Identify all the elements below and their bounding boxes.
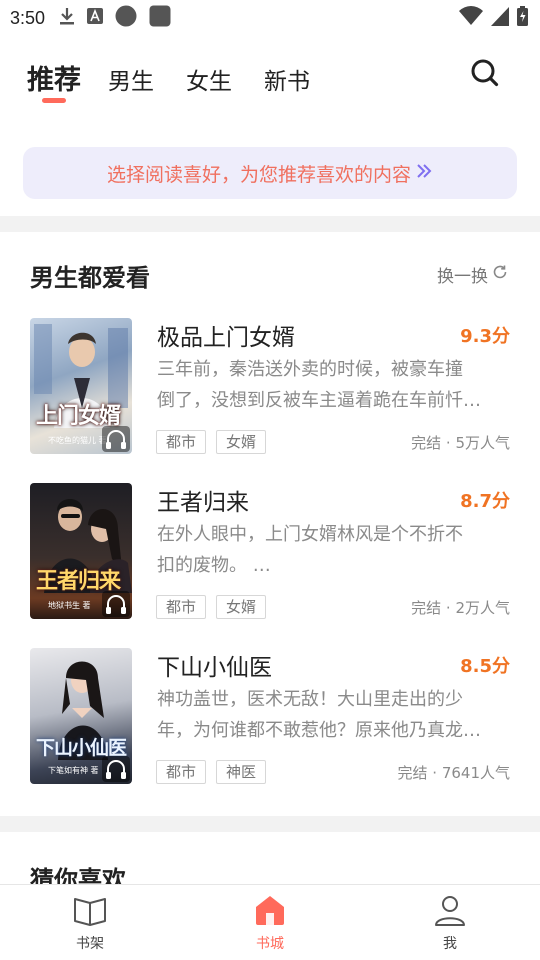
book-description-line: 倒了，没想到反被车主逼着跪在车前忏… (157, 390, 481, 411)
book-item[interactable]: 王者归来 地狱书生 著 王者归来 8.7分 在外人眼中，上门女婿林风是个不折不 … (0, 483, 540, 623)
book-cover[interactable]: 下山小仙医 下笔如有神 著 (30, 648, 132, 784)
headphones-icon (106, 430, 126, 449)
top-tab-bar: 推荐 男生 女生 新书 (0, 52, 540, 108)
preference-banner-text: 选择阅读喜好，为您推荐喜欢的内容 (106, 163, 411, 186)
book-score: 8.5分 (460, 656, 510, 677)
circle-icon (115, 5, 137, 31)
refresh-icon (492, 264, 508, 285)
battery-icon (517, 6, 528, 30)
book-tag[interactable]: 女婿 (216, 430, 267, 454)
book-title[interactable]: 下山小仙医 (157, 648, 272, 682)
headphones-icon (106, 760, 126, 779)
nav-label: 我 (443, 936, 457, 952)
book-description: 三年前，秦浩送外卖的时候，被豪车撞 倒了，没想到反被车主逼着跪在车前忏… (157, 354, 513, 416)
section-title: 男生都爱看 (30, 264, 150, 292)
section-divider (0, 216, 540, 232)
book-open-icon (74, 898, 106, 926)
nav-bookstore[interactable]: 书城 (225, 893, 315, 953)
section-divider (0, 816, 540, 832)
book-cover[interactable]: 王者归来 地狱书生 著 (30, 483, 132, 619)
audiobook-badge (102, 591, 130, 617)
status-bar: 3:50 (0, 0, 540, 36)
book-description-line: 在外人眼中，上门女婿林风是个不折不 (157, 524, 463, 545)
book-item[interactable]: 上门女婿 不吃鱼的猫儿 著 极品上门女婿 9.3分 三年前，秦浩送外卖的时候，被… (0, 318, 540, 458)
cover-author-art: 地狱书生 著 (48, 601, 91, 610)
cover-author-art: 不吃鱼的猫儿 著 (48, 436, 107, 445)
nav-profile[interactable]: 我 (405, 893, 495, 953)
book-description-line: 神功盖世，医术无敌！大山里走出的少 (157, 689, 463, 710)
status-time: 3:50 (10, 7, 46, 28)
nav-bookshelf[interactable]: 书架 (45, 893, 135, 953)
book-tag[interactable]: 都市 (156, 595, 207, 619)
book-tag[interactable]: 神医 (216, 760, 267, 784)
reading-preference-banner[interactable]: 选择阅读喜好，为您推荐喜欢的内容 (23, 147, 517, 199)
tab-recommend[interactable]: 推荐 (27, 58, 81, 97)
audiobook-badge (102, 426, 130, 452)
book-title[interactable]: 王者归来 (157, 483, 249, 517)
book-tag[interactable]: 女婿 (216, 595, 267, 619)
book-description-line: 年，为何谁都不敢惹他？原来他乃真龙… (157, 720, 481, 741)
tab-male[interactable]: 男生 (108, 62, 154, 96)
book-score: 8.7分 (460, 491, 510, 512)
wifi-icon (459, 6, 483, 30)
signal-icon (491, 6, 509, 30)
book-description: 在外人眼中，上门女婿林风是个不折不 扣的废物。 … (157, 519, 513, 581)
audiobook-badge (102, 756, 130, 782)
book-tag[interactable]: 都市 (156, 430, 207, 454)
search-icon (471, 59, 499, 87)
headphones-icon (106, 595, 126, 614)
download-icon (59, 7, 75, 29)
home-icon (256, 896, 284, 925)
double-chevron-right-icon (415, 162, 433, 184)
book-description-line: 三年前，秦浩送外卖的时候，被豪车撞 (157, 359, 463, 380)
status-icons (459, 6, 528, 30)
book-description: 神功盖世，医术无敌！大山里走出的少 年，为何谁都不敢惹他？原来他乃真龙… (157, 684, 513, 746)
book-cover[interactable]: 上门女婿 不吃鱼的猫儿 著 (30, 318, 132, 454)
book-title[interactable]: 极品上门女婿 (157, 318, 295, 352)
tab-indicator (42, 98, 66, 103)
text-a-icon (87, 8, 104, 28)
book-tag[interactable]: 都市 (156, 760, 207, 784)
book-meta: 完结 · 2万人气 (411, 599, 510, 617)
refresh-button[interactable]: 换一换 (437, 262, 508, 287)
book-description-line: 扣的废物。 … (157, 555, 271, 576)
book-item[interactable]: 下山小仙医 下笔如有神 著 下山小仙医 8.5分 神功盖世，医术无敌！大山里走出… (0, 648, 540, 788)
nav-label: 书架 (76, 936, 104, 952)
tab-new-books[interactable]: 新书 (264, 62, 310, 96)
nav-label: 书城 (256, 936, 284, 952)
tab-female[interactable]: 女生 (186, 62, 232, 96)
square-icon (149, 5, 171, 31)
book-meta: 完结 · 7641人气 (397, 764, 510, 782)
cover-author-art: 下笔如有神 著 (48, 766, 99, 775)
bottom-nav-bar: 书架 书城 我 (0, 884, 540, 960)
book-score: 9.3分 (460, 326, 510, 347)
user-icon (435, 896, 465, 926)
search-button[interactable] (470, 58, 504, 92)
book-meta: 完结 · 5万人气 (411, 434, 510, 452)
refresh-label: 换一换 (437, 267, 488, 287)
